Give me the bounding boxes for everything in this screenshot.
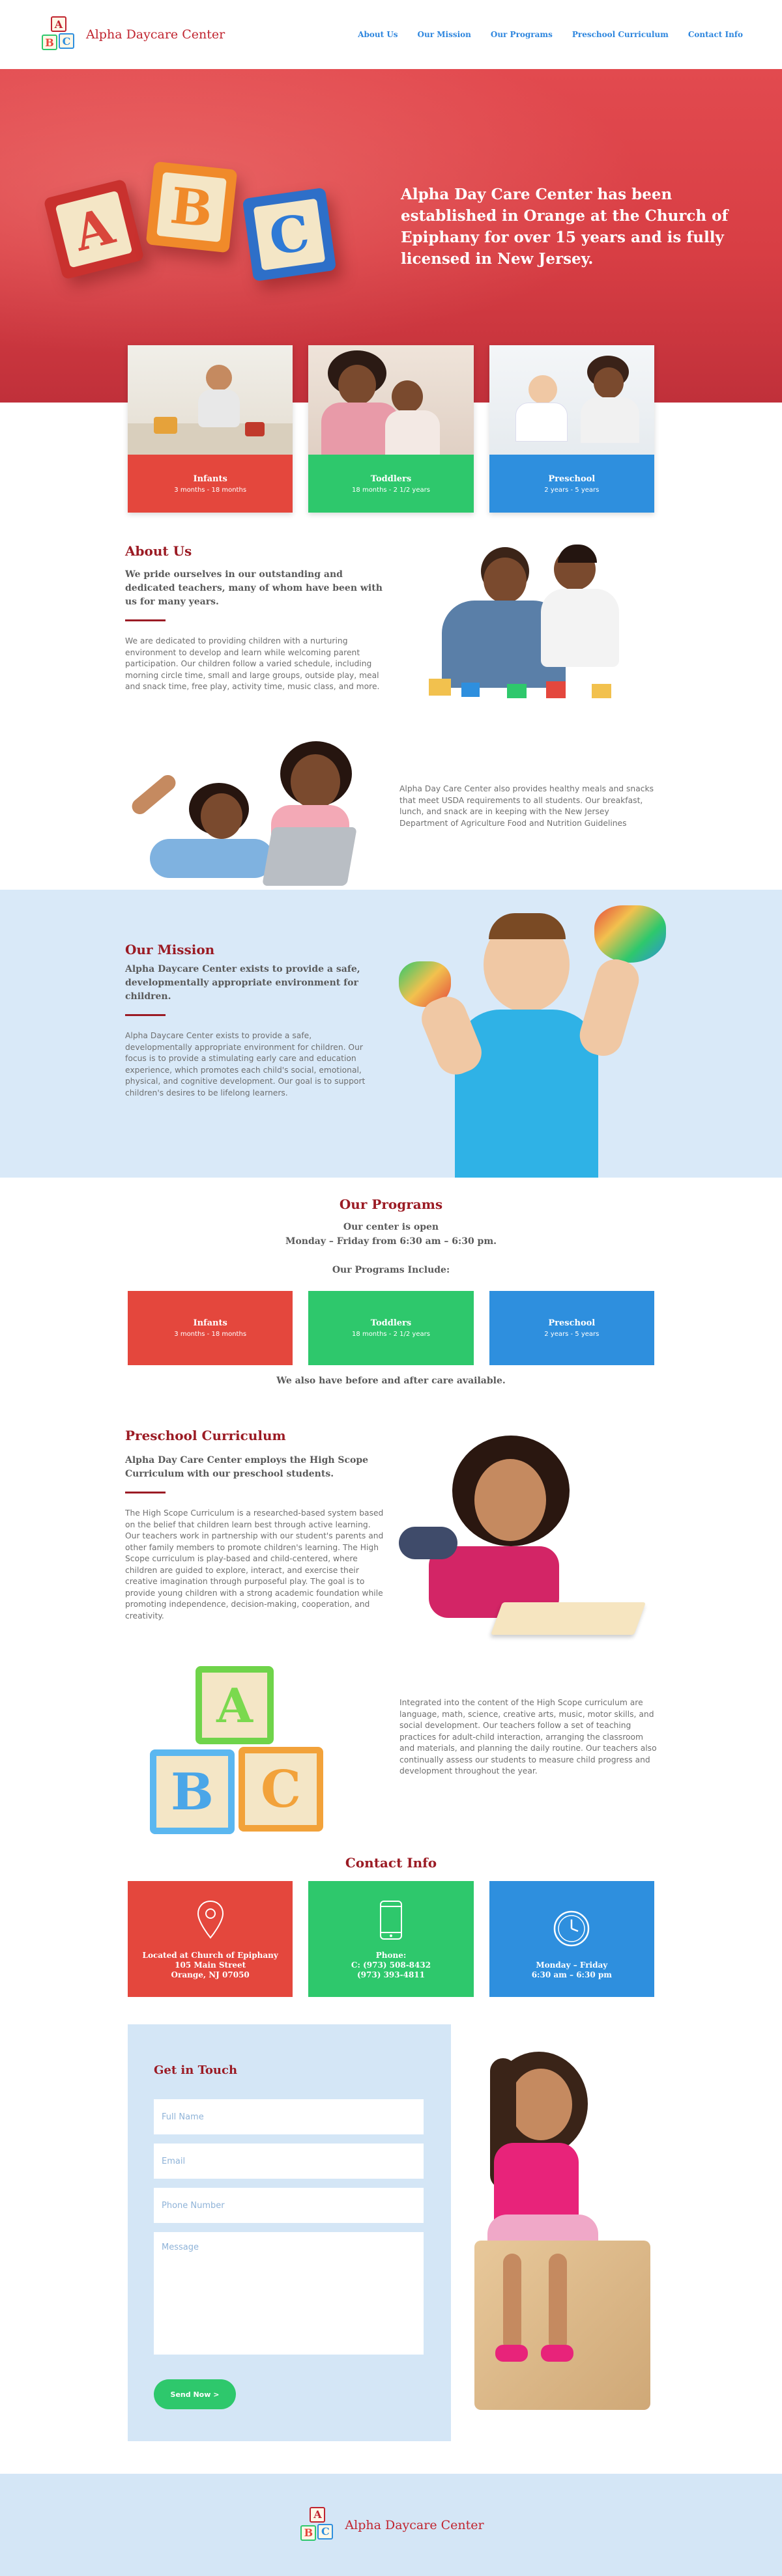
contact-heading: Contact Info (345, 1855, 437, 1871)
boy-painted-hands-photo (399, 905, 673, 1178)
clock-icon (554, 1910, 590, 1947)
mission-heading: Our Mission (125, 942, 215, 957)
mission-lead: Alpha Daycare Center exists to provide a… (125, 964, 360, 1002)
location-box[interactable]: Located at Church of Epiphany 105 Main S… (128, 1881, 293, 1997)
programs-hours-line2: Monday – Friday from 6:30 am – 6:30 pm. (285, 1236, 497, 1247)
contact-info-boxes: Located at Church of Epiphany 105 Main S… (128, 1881, 654, 1997)
card-title: Toddlers (370, 474, 412, 484)
program-buttons: Infants 3 months - 18 months Toddlers 18… (128, 1291, 654, 1365)
phone-number: (973) 393-4811 (356, 1970, 425, 1979)
girl-reading-photo (399, 1436, 659, 1644)
preschool-photo (489, 345, 654, 455)
nav-our-programs[interactable]: Our Programs (491, 30, 553, 39)
card-age-range: 2 years - 5 years (544, 486, 600, 494)
programs-note: We also have before and after care avail… (276, 1376, 506, 1386)
phone-number-input[interactable] (154, 2188, 424, 2223)
about-heading: About Us (125, 543, 192, 559)
heading-rule (125, 619, 166, 621)
logo[interactable]: A B C Alpha Daycare Center (39, 16, 225, 53)
card-age-range: 3 months - 18 months (174, 486, 247, 494)
card-title: Preschool (548, 474, 596, 484)
infants-photo (128, 345, 293, 455)
hours-days: Monday – Friday (536, 1960, 608, 1970)
card-preschool[interactable]: Preschool 2 years - 5 years (489, 345, 654, 513)
card-age-range: 18 months - 2 1/2 years (352, 486, 430, 494)
heading-rule (125, 1014, 166, 1016)
site-footer: A B C Alpha Daycare Center (0, 2474, 782, 2576)
abc-blocks-stack-icon: A B C (150, 1666, 339, 1842)
mission-body: Alpha Daycare Center exists to provide a… (125, 1031, 366, 1097)
program-preschool-button[interactable]: Preschool 2 years - 5 years (489, 1291, 654, 1365)
main-nav: About Us Our Mission Our Programs Presch… (358, 30, 743, 39)
program-age-range: 2 years - 5 years (544, 1331, 600, 1338)
message-textarea[interactable] (154, 2232, 424, 2355)
logo-blocks-icon: A B C (39, 16, 80, 53)
program-title: Infants (193, 1318, 227, 1328)
curriculum-lead: Alpha Day Care Center employs the High S… (125, 1455, 369, 1479)
phone-number: C: (973) 508-8432 (351, 1960, 431, 1970)
form-heading: Get in Touch (154, 2063, 238, 2077)
programs-hours-line1: Our center is open (343, 1222, 439, 1232)
programs-heading: Our Programs (339, 1196, 443, 1212)
toddlers-photo (308, 345, 474, 455)
nav-contact-info[interactable]: Contact Info (688, 30, 743, 39)
phone-box[interactable]: Phone: C: (973) 508-8432 (973) 393-4811 (308, 1881, 474, 1997)
hours-time: 6:30 am – 6:30 pm (531, 1970, 612, 1979)
logo-blocks-icon: A B C (298, 2506, 338, 2543)
about-lead: We pride ourselves in our outstanding an… (125, 569, 383, 607)
girls-laptop-photo (124, 741, 398, 907)
email-input[interactable] (154, 2144, 424, 2179)
full-name-input[interactable] (154, 2099, 424, 2134)
send-now-button[interactable]: Send Now > (154, 2379, 236, 2409)
program-infants-button[interactable]: Infants 3 months - 18 months (128, 1291, 293, 1365)
location-line: 105 Main Street (175, 1960, 246, 1970)
footer-logo[interactable]: A B C Alpha Daycare Center (298, 2506, 484, 2543)
program-age-range: 18 months - 2 1/2 years (352, 1331, 430, 1338)
curriculum-heading: Preschool Curriculum (125, 1428, 286, 1443)
block-b-icon: B (145, 161, 238, 253)
programs-include-label: Our Programs Include: (332, 1265, 450, 1275)
curriculum-body: The High Scope Curriculum is a researche… (125, 1508, 384, 1621)
program-age-range: 3 months - 18 months (174, 1331, 247, 1338)
hero-title: Alpha Day Care Center has been establish… (401, 186, 729, 268)
mission-section: Our Mission Alpha Daycare Center exists … (0, 890, 782, 1178)
card-title: Infants (193, 474, 227, 484)
block-c-icon: C (242, 187, 337, 282)
curriculum-body-2: Integrated into the content of the High … (399, 1698, 657, 1776)
program-toddlers-button[interactable]: Toddlers 18 months - 2 1/2 years (308, 1291, 474, 1365)
phone-icon (379, 1901, 402, 1940)
nav-preschool-curriculum[interactable]: Preschool Curriculum (572, 30, 669, 39)
girl-sitting-photo (464, 2052, 659, 2416)
heading-rule (125, 1492, 166, 1493)
about-meals-text: Alpha Day Care Center also provides heal… (399, 784, 654, 828)
map-pin-icon (197, 1900, 224, 1939)
hours-box[interactable]: Monday – Friday 6:30 am – 6:30 pm (489, 1881, 654, 1997)
program-title: Preschool (548, 1318, 596, 1328)
site-header: A B C Alpha Daycare Center About Us Our … (0, 0, 782, 69)
teacher-child-blocks-photo (403, 545, 659, 711)
logo-text: Alpha Daycare Center (86, 27, 225, 42)
contact-form-panel: Get in Touch Send Now > (128, 2024, 451, 2441)
program-title: Toddlers (370, 1318, 412, 1328)
location-line: Located at Church of Epiphany (142, 1951, 278, 1960)
program-cards: Infants 3 months - 18 months Toddlers 18… (128, 345, 654, 513)
page: A B C Alpha Daycare Center About Us Our … (0, 0, 782, 2576)
card-toddlers[interactable]: Toddlers 18 months - 2 1/2 years (308, 345, 474, 513)
about-body: We are dedicated to providing children w… (125, 636, 380, 691)
nav-about-us[interactable]: About Us (358, 30, 398, 39)
location-line: Orange, NJ 07050 (171, 1970, 250, 1979)
nav-our-mission[interactable]: Our Mission (418, 30, 471, 39)
footer-logo-text: Alpha Daycare Center (345, 2517, 484, 2532)
phone-label: Phone: (375, 1951, 407, 1960)
card-infants[interactable]: Infants 3 months - 18 months (128, 345, 293, 513)
